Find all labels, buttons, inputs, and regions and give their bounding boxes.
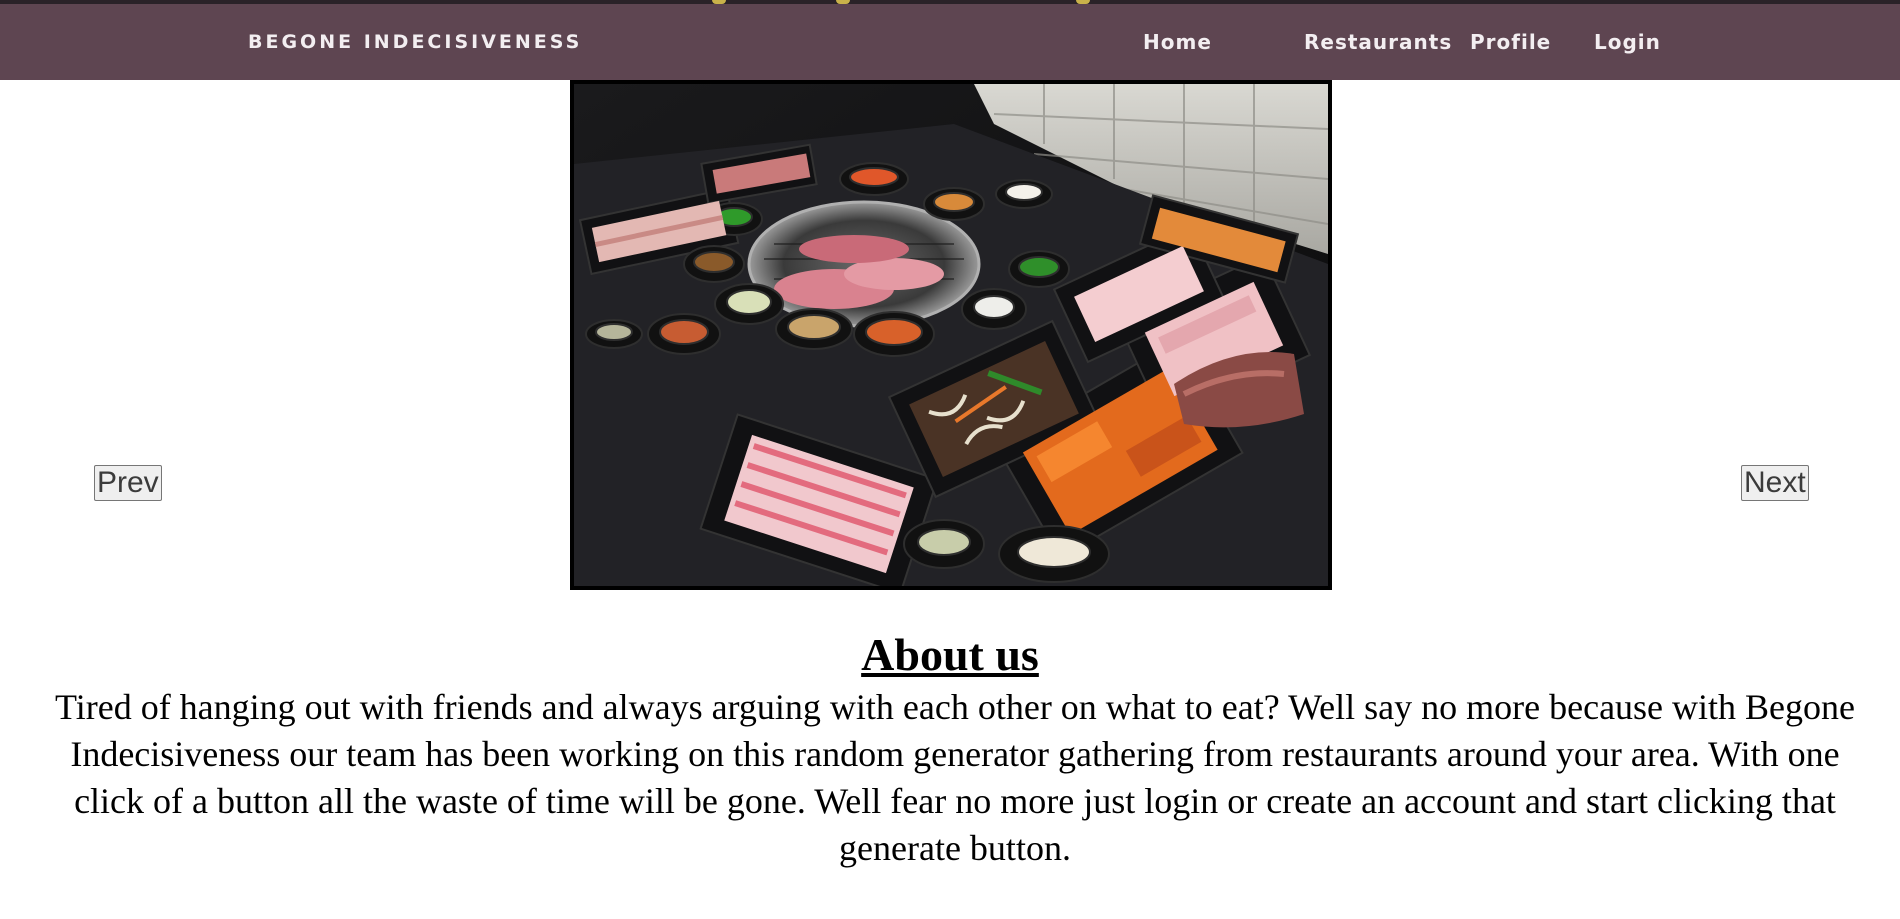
carousel-slide-image bbox=[570, 80, 1332, 590]
nav-link-home[interactable]: Home bbox=[1143, 4, 1212, 80]
korean-bbq-spread-photo bbox=[574, 84, 1328, 586]
next-slide-button[interactable]: Next bbox=[1741, 465, 1809, 501]
nav-link-restaurants[interactable]: Restaurants bbox=[1304, 4, 1452, 80]
site-brand[interactable]: BEGONE INDECISIVENESS bbox=[248, 4, 582, 80]
top-navbar: BEGONE INDECISIVENESS Home Restaurants P… bbox=[0, 4, 1900, 80]
prev-slide-button[interactable]: Prev bbox=[94, 465, 162, 501]
about-us-heading: About us bbox=[861, 629, 1039, 680]
about-us-description: Tired of hanging out with friends and al… bbox=[55, 687, 1855, 868]
nav-link-login[interactable]: Login bbox=[1594, 4, 1661, 80]
nav-link-profile[interactable]: Profile bbox=[1470, 4, 1551, 80]
